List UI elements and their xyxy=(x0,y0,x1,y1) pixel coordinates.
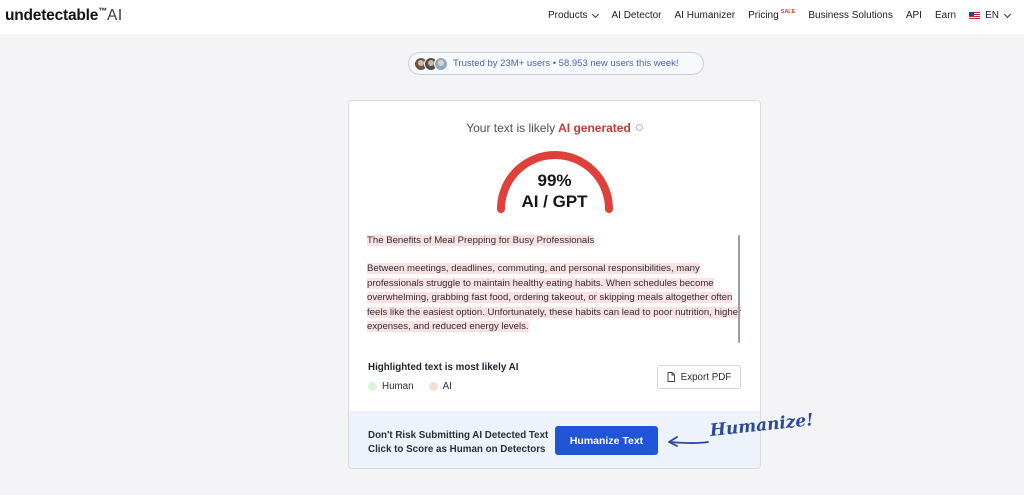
top-navbar: undetectable™AI Products AI Detector AI … xyxy=(0,0,1024,34)
legend-title: Highlighted text is most likely AI xyxy=(368,362,519,373)
document-icon xyxy=(667,372,675,382)
ai-highlight-title: The Benefits of Meal Prepping for Busy P… xyxy=(367,235,595,246)
nav-ai-detector[interactable]: AI Detector xyxy=(611,10,661,21)
trust-text: Trusted by 23M+ users • 58.953 new users… xyxy=(453,58,679,69)
nav-business-solutions[interactable]: Business Solutions xyxy=(808,10,893,21)
detector-result-card: Your text is likely AI generated 99% AI /… xyxy=(348,100,761,469)
user-avatars xyxy=(414,56,448,71)
score-label: AI / GPT xyxy=(521,192,588,211)
export-pdf-button[interactable]: Export PDF xyxy=(657,365,741,389)
ai-color-dot xyxy=(428,382,438,391)
avatar xyxy=(434,56,448,71)
verdict-text: AI generated xyxy=(558,121,631,135)
nav-api[interactable]: API xyxy=(906,10,922,21)
info-icon[interactable] xyxy=(635,124,643,131)
nav-earn[interactable]: Earn xyxy=(935,10,956,21)
us-flag-icon xyxy=(969,11,981,20)
humanize-text-button[interactable]: Humanize Text xyxy=(555,426,658,455)
nav-products[interactable]: Products xyxy=(548,10,600,21)
human-color-dot xyxy=(368,382,377,391)
result-heading: Your text is likely AI generated xyxy=(349,121,760,135)
highlight-legend: Human AI xyxy=(368,381,452,392)
main-nav: Products AI Detector AI Humanizer Pricin… xyxy=(548,8,1012,22)
text-scrollbar[interactable] xyxy=(738,235,740,343)
chevron-down-icon xyxy=(592,10,600,18)
ai-highlight-body: Between meetings, deadlines, commuting, … xyxy=(367,263,742,333)
nav-ai-humanizer[interactable]: AI Humanizer xyxy=(675,10,736,21)
sale-badge: SALE xyxy=(780,8,796,15)
chevron-down-icon xyxy=(1003,10,1012,18)
brand-logo[interactable]: undetectable™AI xyxy=(5,6,123,25)
legend-ai: AI xyxy=(442,381,452,392)
nav-pricing[interactable]: Pricing SALE xyxy=(748,8,796,22)
score-percent: 99% xyxy=(537,171,572,190)
language-selector[interactable]: EN xyxy=(969,10,1012,21)
analyzed-text-area[interactable]: The Benefits of Meal Prepping for Busy P… xyxy=(367,234,742,344)
cta-text: Don't Risk Submitting AI Detected Text C… xyxy=(368,430,549,455)
trust-badge: Trusted by 23M+ users • 58.953 new users… xyxy=(408,52,704,75)
legend-human: Human xyxy=(382,381,414,392)
